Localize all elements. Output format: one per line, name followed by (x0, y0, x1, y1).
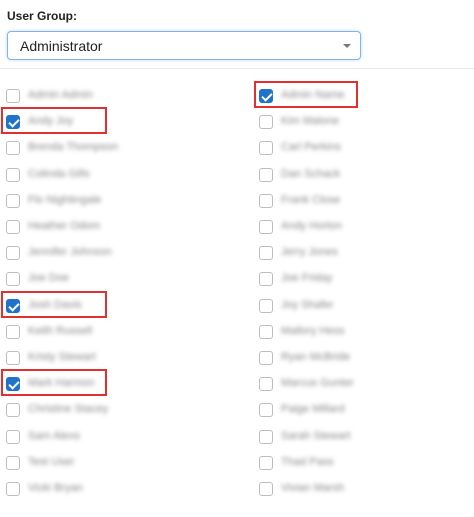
checkbox[interactable] (259, 403, 273, 418)
highlight-box (1, 107, 107, 135)
user-name-label: Sam Alexs (28, 429, 80, 442)
user-name-label: Ryan McBride (281, 351, 351, 363)
user-checkbox-row[interactable]: Frank Close (259, 190, 459, 212)
user-checkbox-row[interactable]: Jennifer Johnson (6, 242, 206, 264)
user-name-label: Keith Russell (28, 324, 93, 337)
checkbox[interactable] (259, 298, 273, 313)
user-name-label: Paige Millard (281, 403, 345, 416)
user-checkbox-row[interactable]: Test User (6, 452, 206, 474)
checkbox[interactable] (6, 351, 20, 365)
user-checkbox-row[interactable]: Dan Schack (259, 164, 459, 186)
checkbox[interactable] (259, 455, 273, 470)
checkbox[interactable] (259, 377, 273, 392)
user-name-label: Kim Malone (281, 115, 340, 128)
highlight-box (1, 290, 107, 318)
checkbox[interactable] (6, 324, 20, 339)
user-name-label: Test User (28, 455, 75, 468)
checkbox[interactable] (6, 455, 20, 470)
highlight-box (254, 81, 358, 108)
chevron-down-icon (343, 44, 351, 48)
user-checkbox-row[interactable]: Thad Pass (259, 452, 459, 474)
user-checkbox-row[interactable]: Vicki Bryan (6, 478, 206, 500)
user-checkbox-row[interactable]: Paige Millard (259, 399, 459, 421)
checkbox[interactable] (259, 324, 273, 339)
user-name-label: Colinda Gills (28, 167, 90, 180)
user-name-label: Frank Close (281, 193, 341, 206)
checkbox[interactable] (259, 429, 273, 444)
user-checkbox-row[interactable]: Sam Alexs (6, 426, 206, 448)
user-checkbox-row[interactable]: Marcus Gunter (259, 373, 459, 395)
user-checkbox-row[interactable]: Kristy Stewart (6, 347, 206, 369)
user-group-label: User Group: (7, 9, 78, 23)
user-name-label: Jerry Jones (281, 246, 338, 259)
checkbox[interactable] (259, 141, 273, 156)
checkbox[interactable] (6, 89, 20, 103)
checkbox[interactable] (259, 482, 273, 496)
user-checkbox-row[interactable]: Colinda Gills (6, 164, 206, 186)
user-name-label: Joe Friday (281, 272, 333, 285)
user-name-label: Joy Shafer (281, 298, 334, 311)
checkbox[interactable] (259, 193, 273, 208)
user-checkbox-row[interactable]: Mallory Hess (259, 321, 459, 343)
checkbox[interactable] (6, 141, 20, 156)
user-name-label: Jennifer Johnson (28, 246, 112, 259)
user-checkbox-row[interactable]: Flo Nightingale (6, 190, 206, 212)
checkbox[interactable] (6, 403, 20, 418)
user-name-label: Dan Schack (281, 167, 341, 180)
user-checkbox-row[interactable]: Joy Shafer (259, 295, 459, 317)
user-group-select[interactable]: Administrator (7, 31, 361, 60)
user-checkbox-row[interactable]: Carl Perkins (259, 137, 459, 159)
user-checkbox-row[interactable]: Brenda Thompson (6, 137, 206, 159)
user-name-label: Marcus Gunter (281, 377, 354, 390)
checkbox[interactable] (6, 220, 20, 234)
user-checkbox-row[interactable]: Joe Doe (6, 268, 206, 290)
user-group-selected-value: Administrator (20, 38, 103, 54)
user-name-label: Heather Odom (28, 220, 101, 232)
checkbox[interactable] (259, 272, 273, 287)
user-checkbox-row[interactable]: Andy Horton (259, 216, 459, 238)
user-checkbox-row[interactable]: Sarah Stewart (259, 426, 459, 448)
user-name-label: Joe Doe (28, 272, 69, 285)
checkbox[interactable] (6, 193, 20, 208)
checkbox[interactable] (259, 115, 273, 130)
checkbox[interactable] (6, 429, 20, 444)
user-name-label: Thad Pass (281, 455, 334, 468)
checkbox[interactable] (6, 482, 20, 496)
user-name-label: Vicki Bryan (28, 482, 83, 494)
user-checkbox-row[interactable]: Heather Odom (6, 216, 206, 238)
user-name-label: Andy Horton (281, 220, 343, 232)
user-name-label: Admin Admin (28, 89, 93, 101)
user-name-label: Vivian Marsh (281, 482, 345, 494)
checkbox[interactable] (6, 246, 20, 261)
checkbox[interactable] (6, 167, 20, 182)
checkbox[interactable] (6, 272, 20, 287)
user-name-label: Carl Perkins (281, 141, 341, 154)
user-name-label: Brenda Thompson (28, 141, 119, 154)
checkbox[interactable] (259, 246, 273, 261)
divider (0, 68, 474, 69)
user-checkbox-row[interactable]: Vivian Marsh (259, 478, 459, 500)
user-checkbox-row[interactable]: Jerry Jones (259, 242, 459, 264)
user-checkbox-row[interactable]: Keith Russell (6, 321, 206, 343)
user-name-label: Mallory Hess (281, 324, 345, 337)
highlight-box (1, 369, 107, 397)
user-name-label: Kristy Stewart (28, 351, 96, 363)
user-name-label: Christine Stacey (28, 403, 109, 416)
user-checkbox-row[interactable]: Christine Stacey (6, 399, 206, 421)
user-name-label: Sarah Stewart (281, 429, 351, 442)
user-checkbox-row[interactable]: Admin Admin (6, 85, 206, 107)
checkbox[interactable] (259, 220, 273, 234)
user-checkbox-row[interactable]: Ryan McBride (259, 347, 459, 369)
user-name-label: Flo Nightingale (28, 193, 102, 206)
checkbox[interactable] (259, 167, 273, 182)
checkbox[interactable] (259, 351, 273, 365)
user-checkbox-row[interactable]: Joe Friday (259, 268, 459, 290)
user-checkbox-row[interactable]: Kim Malone (259, 111, 459, 133)
